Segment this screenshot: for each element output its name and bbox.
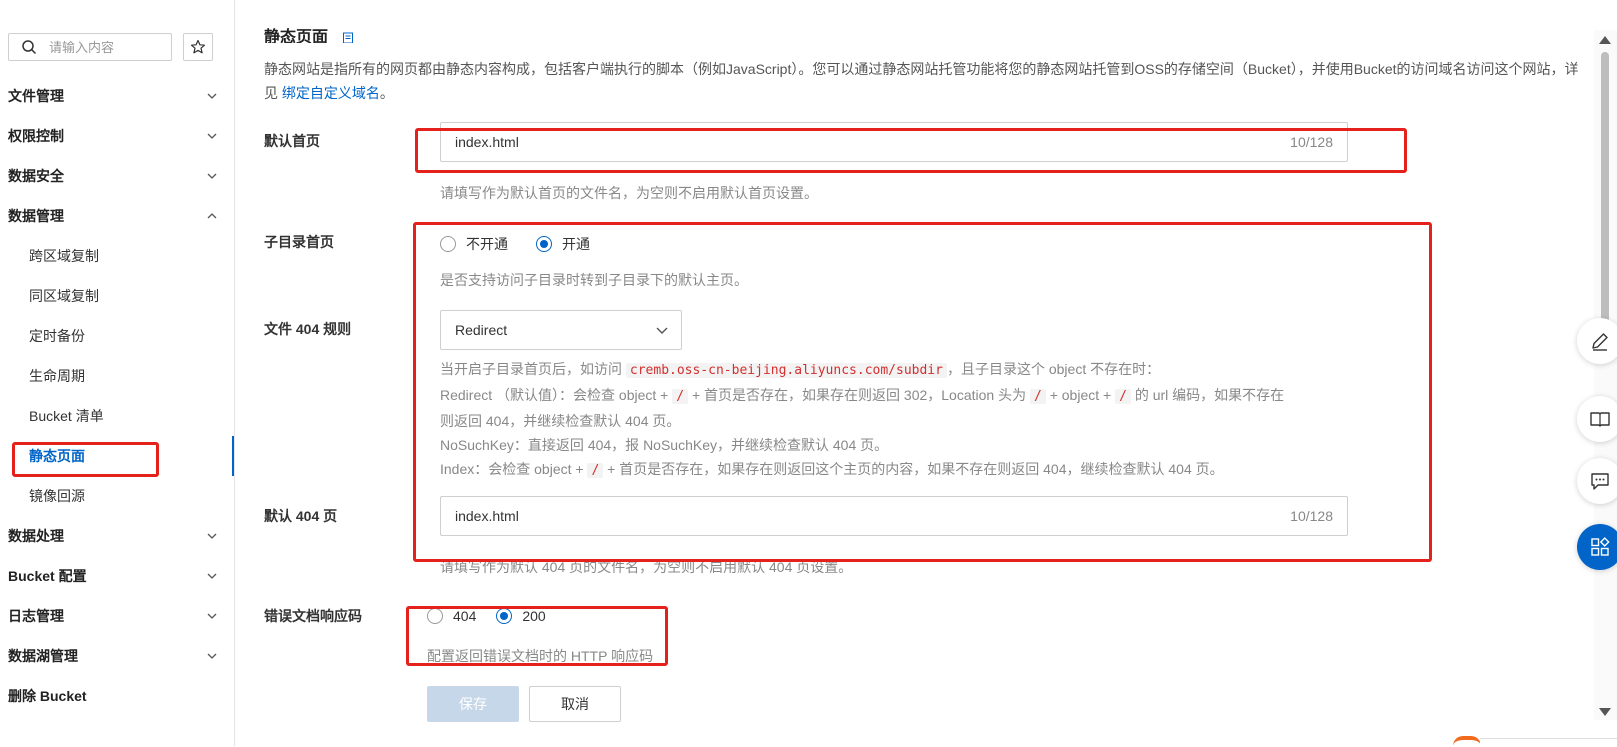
sidebar-item-access-control[interactable]: 权限控制 [0, 116, 234, 156]
sidebar-item-file-management[interactable]: 文件管理 [0, 76, 234, 116]
guide-tool-button[interactable] [1577, 396, 1617, 442]
chevron-down-icon [207, 133, 217, 139]
sidebar-item-data-management[interactable]: 数据管理 [0, 196, 234, 236]
scroll-up-arrow-icon[interactable] [1599, 36, 1611, 44]
chevron-down-icon [207, 653, 217, 659]
book-icon [1590, 412, 1610, 427]
sidebar-item-delete-bucket[interactable]: 删除 Bucket [0, 676, 234, 716]
sidebar-subitem-bucket-inventory[interactable]: Bucket 清单 [0, 396, 234, 436]
sidebar-item-data-security[interactable]: 数据安全 [0, 156, 234, 196]
chevron-down-icon [207, 533, 217, 539]
chevron-down-icon [207, 573, 217, 579]
chevron-down-icon [207, 613, 217, 619]
edit-tool-button[interactable] [1577, 318, 1617, 364]
favorite-button[interactable] [183, 33, 213, 61]
page-description: 静态网站是指所有的网页都由静态内容构成，包括客户端执行的脚本（例如JavaScr… [264, 61, 1579, 101]
chevron-up-icon [207, 213, 217, 219]
annotation-box-subdir-rules [413, 222, 1432, 562]
sidebar: 文件管理 权限控制 数据安全 数据管理 跨区域复制 同区域复制 定时备份 生命周… [0, 0, 235, 746]
search-input[interactable] [47, 38, 161, 56]
save-button[interactable]: 保存 [427, 686, 519, 722]
search-icon [22, 40, 37, 55]
sidebar-subitem-cross-region-replication[interactable]: 跨区域复制 [0, 236, 234, 276]
annotation-box-static-pages-nav [12, 442, 159, 477]
error-code-label: 错误文档响应码 [264, 608, 362, 624]
sidebar-nav: 文件管理 权限控制 数据安全 数据管理 跨区域复制 同区域复制 定时备份 生命周… [0, 76, 234, 716]
grid-apps-icon [1591, 537, 1610, 556]
document-icon[interactable] [342, 32, 354, 43]
feedback-tool-button[interactable] [1577, 458, 1617, 504]
section-title: 静态页面 [264, 23, 354, 43]
default-index-hint: 请填写作为默认首页的文件名，为空则不启用默认首页设置。 [440, 185, 818, 201]
sidebar-item-data-lake-management[interactable]: 数据湖管理 [0, 636, 234, 676]
scrollbar-thumb[interactable] [1601, 52, 1609, 352]
cancel-button[interactable]: 取消 [529, 686, 621, 722]
chat-icon [1591, 473, 1609, 490]
default-index-label: 默认首页 [264, 133, 320, 149]
sidebar-subitem-mirror-back-to-origin[interactable]: 镜像回源 [0, 476, 234, 516]
bind-custom-domain-link[interactable]: 绑定自定义域名 [282, 85, 380, 101]
sidebar-item-log-management[interactable]: 日志管理 [0, 596, 234, 636]
annotation-fragment [1453, 736, 1481, 746]
annotation-box-default-index [415, 128, 1407, 173]
scrollbar[interactable] [1594, 30, 1617, 720]
annotation-box-error-code [406, 606, 668, 666]
star-icon [190, 39, 206, 54]
apps-tool-button[interactable] [1577, 524, 1617, 570]
default-404-label: 默认 404 页 [264, 508, 338, 524]
pencil-icon [1592, 333, 1608, 351]
file-404-rule-label: 文件 404 规则 [264, 321, 352, 337]
sidebar-subitem-same-region-replication[interactable]: 同区域复制 [0, 276, 234, 316]
sidebar-item-bucket-config[interactable]: Bucket 配置 [0, 556, 234, 596]
chevron-down-icon [207, 173, 217, 179]
chevron-down-icon [207, 93, 217, 99]
scroll-down-arrow-icon[interactable] [1599, 708, 1611, 716]
search-box[interactable] [8, 33, 172, 61]
sidebar-subitem-lifecycle[interactable]: 生命周期 [0, 356, 234, 396]
subdir-index-label: 子目录首页 [264, 234, 334, 250]
sidebar-subitem-scheduled-backup[interactable]: 定时备份 [0, 316, 234, 356]
sidebar-item-data-processing[interactable]: 数据处理 [0, 516, 234, 556]
